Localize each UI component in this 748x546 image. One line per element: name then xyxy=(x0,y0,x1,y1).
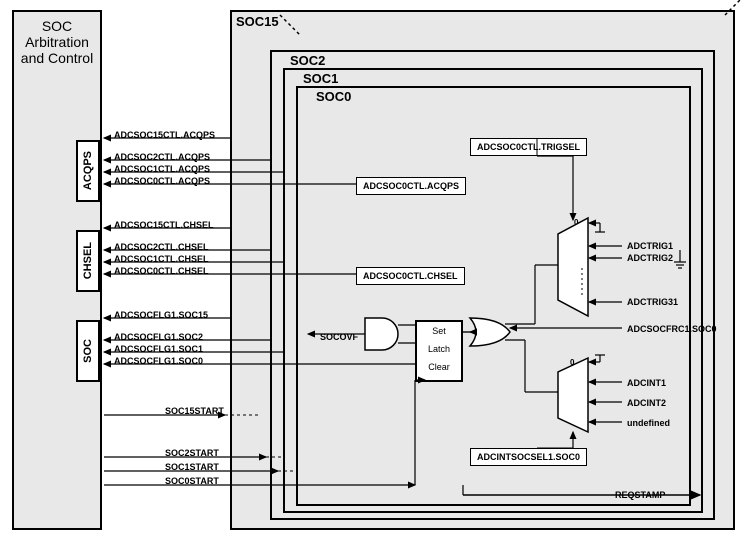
wires-layer xyxy=(0,0,748,546)
